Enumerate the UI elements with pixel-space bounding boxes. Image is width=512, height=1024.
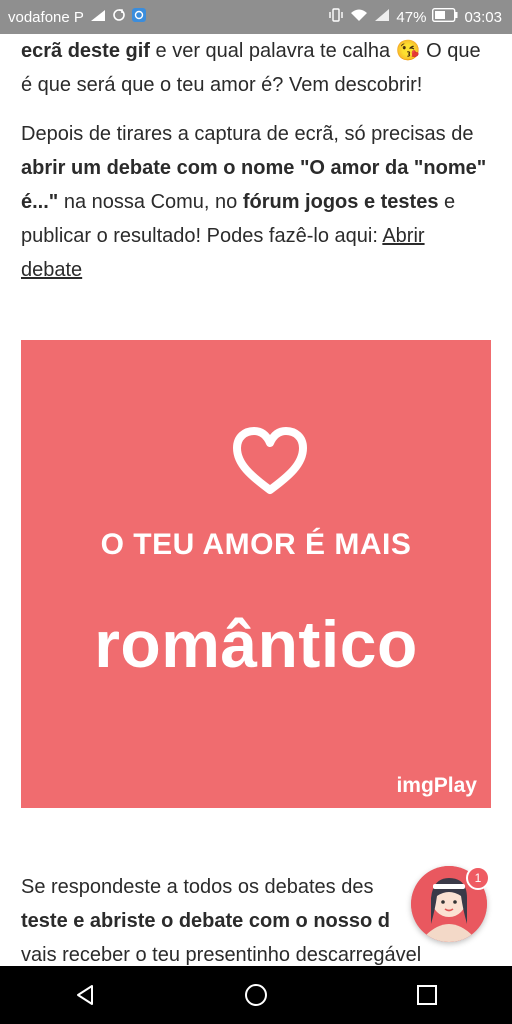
- bold-text: ecrã deste gif: [21, 40, 150, 62]
- imgplay-watermark: imgPlay: [396, 774, 477, 797]
- text: na nossa Comu, no: [58, 191, 243, 213]
- paragraph-2: Depois de tirares a captura de ecrã, só …: [21, 117, 491, 287]
- banner-heading: O TEU AMOR É MAIS: [100, 528, 412, 561]
- article-body: ecrã deste gif e ver qual palavra te cal…: [21, 34, 491, 287]
- notification-badge: 1: [466, 866, 490, 890]
- gif-banner: O TEU AMOR É MAIS romântico imgPlay: [21, 340, 491, 808]
- home-circle-icon: [244, 984, 267, 1006]
- kiss-emoji-icon: 😘: [395, 40, 421, 62]
- text: Depois de tirares a captura de ecrã, só …: [21, 123, 474, 145]
- paragraph-1: ecrã deste gif e ver qual palavra te cal…: [21, 34, 491, 102]
- recents-square-icon: [416, 985, 437, 1005]
- text: Se respondeste a todos os debates des: [21, 876, 374, 898]
- signal-upload-icon: [90, 8, 106, 26]
- clock: 03:03: [464, 8, 502, 26]
- bold-text: teste e abriste o debate com o nosso d: [21, 910, 390, 932]
- sync-icon: [112, 8, 126, 26]
- back-button[interactable]: [65, 975, 105, 1015]
- home-button[interactable]: [236, 975, 276, 1015]
- back-triangle-icon: [77, 985, 94, 1005]
- banner-result-word: romântico: [94, 607, 418, 681]
- cell-signal-icon: [374, 8, 390, 26]
- heart-icon: [233, 427, 307, 494]
- navigation-bar: [0, 966, 512, 1024]
- bold-text: fórum jogos e testes: [242, 191, 439, 213]
- battery-percent: 47%: [396, 8, 427, 26]
- carrier-name: vodafone P: [8, 8, 84, 26]
- recents-button[interactable]: [407, 975, 447, 1015]
- wifi-icon: [350, 8, 368, 26]
- battery-icon: [432, 7, 458, 26]
- vibrate-icon: [328, 8, 344, 26]
- text: e ver qual palavra te calha: [149, 40, 396, 62]
- text: vais receber o teu presentinho descarreg…: [21, 944, 422, 966]
- app-notification-icon: [131, 8, 146, 26]
- status-bar: vodafone P 47% 03:03: [0, 0, 512, 34]
